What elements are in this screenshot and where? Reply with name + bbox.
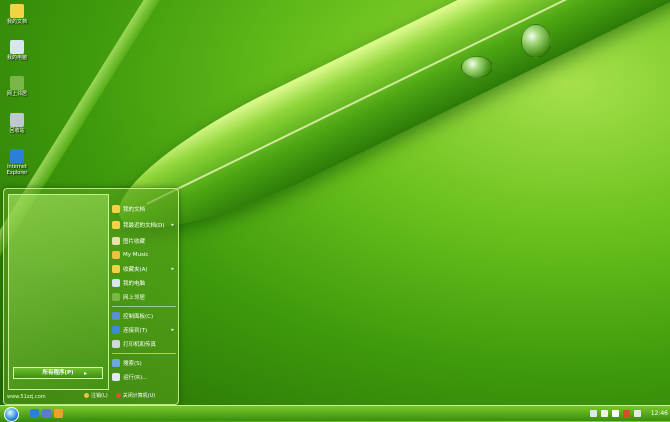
power-icon [115,393,121,398]
logoff-icon [84,393,89,398]
show-desktop-icon[interactable] [42,409,51,418]
recent-docs-icon [112,221,120,229]
menu-separator [112,353,176,354]
desktop-icon-my-computer[interactable]: 我的电脑 [2,40,32,61]
menu-item-network[interactable]: 网上邻居 [112,290,176,304]
menu-item-label: 打印机和传真 [123,342,157,348]
recycle-bin-icon [10,113,24,127]
antivirus-tray-icon[interactable] [600,410,608,417]
all-programs-button[interactable]: 所有程序(P) [13,367,103,379]
media-player-icon[interactable] [54,409,63,418]
network-icon [112,293,120,301]
security-tray-icon[interactable] [622,410,630,417]
ime-tray-icon[interactable] [633,410,641,417]
desktop-icon-label: 我的文档 [6,19,27,25]
menu-item-connect-to[interactable]: 连接到(T) ▸ [112,323,176,337]
folder-icon [112,205,120,213]
menu-item-favorites[interactable]: 收藏夹(A) ▸ [112,262,176,276]
start-menu-right-pane: 我的文档 我最近的文档(D) ▸ 图片收藏 My Music 收藏夹(A) ▸ … [112,202,176,384]
system-tray: 12:46 [589,408,668,419]
network-tray-icon[interactable] [589,410,597,417]
submenu-arrow-icon: ▸ [171,222,174,228]
pictures-icon [112,237,120,245]
website-label: www.51zzj.com [7,394,46,400]
desktop-icon-my-documents[interactable]: 我的文档 [2,4,32,25]
menu-item-label: 我的文档 [123,207,146,213]
menu-item-label: 图片收藏 [123,239,146,245]
submenu-arrow-icon: ▸ [171,327,174,333]
search-icon [112,359,120,367]
desktop-icon-label: Internet Explorer [6,164,28,176]
desktop-icon-label: 网上邻居 [6,91,27,97]
network-icon [10,76,24,90]
water-drop [461,56,493,78]
taskbar: 12:46 [0,405,670,422]
menu-item-label: My Music [123,252,149,258]
shutdown-label: 关闭计算机(U) [122,393,156,399]
submenu-arrow-icon: ▸ [171,266,174,272]
connect-icon [112,326,120,334]
start-menu-left-pane: 所有程序(P) ▸ [8,194,109,390]
mouse-cursor-icon: ▸ [84,370,88,377]
shutdown-button[interactable]: 关闭计算机(U) [115,392,156,399]
menu-item-my-music[interactable]: My Music [112,248,176,262]
control-panel-icon [112,312,120,320]
menu-item-my-documents[interactable]: 我的文档 [112,202,176,216]
ie-icon[interactable] [30,409,39,418]
printer-icon [112,340,120,348]
grass-blade [99,0,670,261]
clock[interactable]: 12:46 [651,410,668,417]
menu-item-label: 控制面板(C) [123,314,154,320]
menu-item-label: 连接到(T) [123,328,148,334]
menu-item-recent-documents[interactable]: 我最近的文档(D) ▸ [112,216,176,234]
menu-item-search[interactable]: 搜索(S) [112,356,176,370]
menu-item-label: 网上邻居 [123,295,146,301]
menu-item-label: 我最近的文档(D) [123,223,165,229]
grass-rib [146,0,670,205]
menu-item-pictures[interactable]: 图片收藏 [112,234,176,248]
run-icon [112,373,120,381]
menu-item-label: 我的电脑 [123,281,146,287]
desktop-icon-ie[interactable]: Internet Explorer [2,149,32,176]
computer-icon [10,40,24,54]
menu-item-label: 运行(R)... [123,375,148,381]
menu-separator [112,306,176,307]
menu-item-control-panel[interactable]: 控制面板(C) [112,309,176,323]
logoff-label: 注销(L) [91,393,108,399]
menu-item-printers[interactable]: 打印机和传真 [112,337,176,351]
ie-icon [10,149,24,163]
menu-item-run[interactable]: 运行(R)... [112,370,176,384]
menu-item-my-computer[interactable]: 我的电脑 [112,276,176,290]
computer-icon [112,279,120,287]
desktop-icon-network[interactable]: 网上邻居 [2,76,32,97]
volume-tray-icon[interactable] [611,410,619,417]
folder-icon [10,4,24,18]
water-drop [521,24,551,58]
start-menu-footer: 注销(L) 关闭计算机(U) [84,392,155,399]
start-menu: 所有程序(P) ▸ www.51zzj.com 我的文档 我最近的文档(D) ▸… [3,188,179,405]
menu-item-label: 搜索(S) [123,361,142,367]
logoff-button[interactable]: 注销(L) [84,392,108,399]
menu-item-label: 收藏夹(A) [123,267,148,273]
favorites-icon [112,265,120,273]
desktop-icon-recycle-bin[interactable]: 回收站 [2,113,32,134]
desktop-icon-label: 我的电脑 [6,55,27,61]
music-icon [112,251,120,259]
desktop-icon-label: 回收站 [9,128,25,134]
